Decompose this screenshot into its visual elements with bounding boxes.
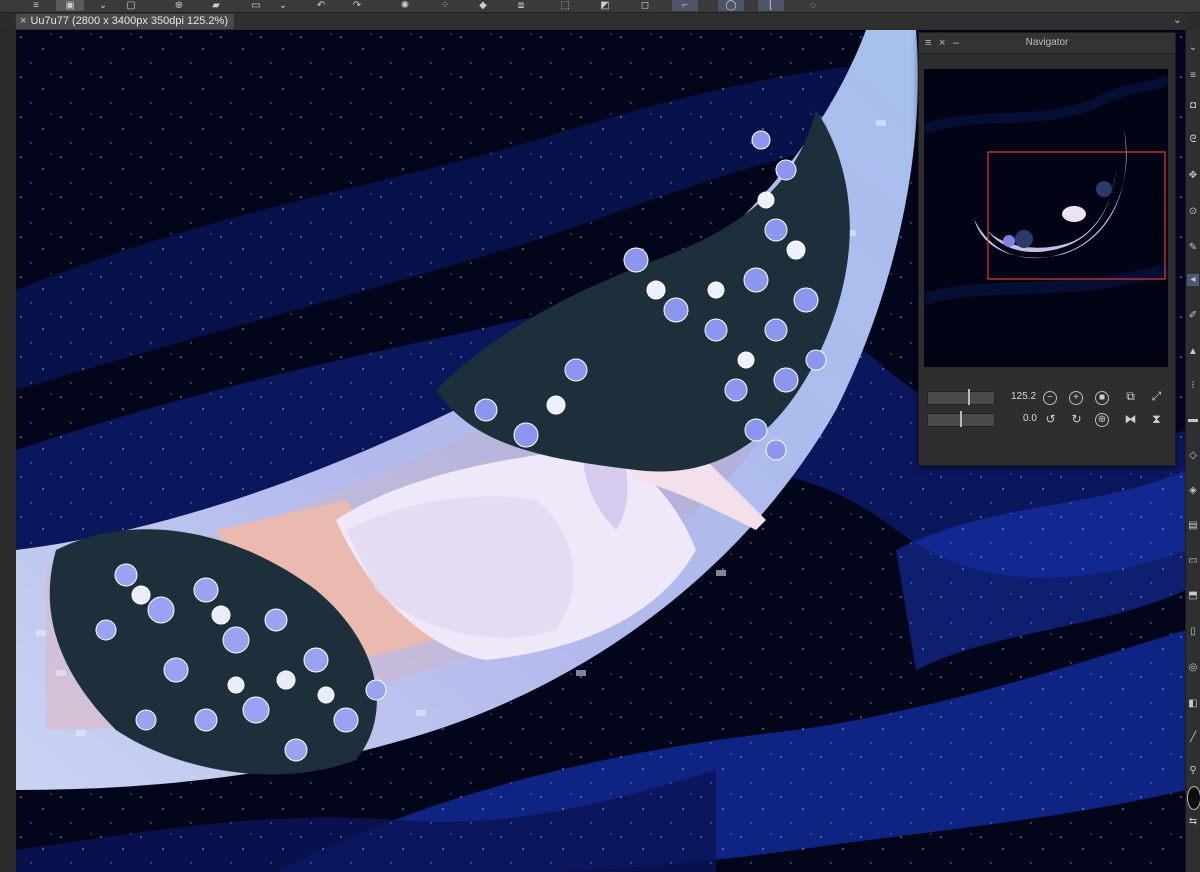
move-icon[interactable]: ✥	[1187, 170, 1199, 182]
balloon-icon[interactable]: ◎	[1187, 662, 1199, 674]
transform-icon[interactable]: ⧈	[512, 0, 530, 11]
flip-vertical-icon[interactable]: ⧗	[1149, 412, 1164, 427]
left-panel-edge	[0, 30, 16, 872]
menu-icon[interactable]: ≡	[28, 0, 44, 11]
fit-view-icon[interactable]: ■	[1095, 391, 1109, 405]
right-tool-strip: ⌄ ≡ ◘ ᘓ ✥ ⊙ ✎ ◂ ✐ ▲ ⁝ ▬ ◇ ◈ ▤ ▭ ⬒ ▯ ◎ ◧ …	[1185, 30, 1200, 872]
rotate-right-icon[interactable]: ↻	[1069, 412, 1084, 427]
lasso-icon[interactable]: ⌐	[672, 0, 698, 11]
add-icon[interactable]: ⊕	[170, 0, 188, 11]
fill-icon[interactable]: ◈	[1187, 485, 1199, 497]
redo-icon[interactable]: ↷	[348, 0, 366, 11]
swap-color-icon[interactable]: ⇆	[1187, 816, 1199, 828]
document-tab[interactable]: × Uu7u77 (2800 x 3400px 350dpi 125.2%)	[16, 14, 234, 29]
navigator-title: Navigator	[1025, 37, 1069, 48]
gradient-icon[interactable]: ▤	[1187, 520, 1199, 532]
main-color-swatch[interactable]	[1187, 786, 1200, 810]
grid-icon[interactable]: ⁘	[436, 0, 454, 11]
image-icon[interactable]: ▢	[122, 0, 140, 11]
figure-icon[interactable]: ▭	[1187, 555, 1199, 567]
zoom-out-icon[interactable]: −	[1043, 391, 1057, 405]
fill-icon[interactable]: ◆	[474, 0, 492, 11]
menu-icon[interactable]: ≡	[1187, 70, 1199, 82]
navigator-panel: ≡ × – Navigator 125.2 − + ■ ⧉ ⤢ 0.0 ↺ ↻ …	[918, 32, 1176, 466]
flip-horizontal-icon[interactable]: ⧓	[1123, 412, 1138, 427]
reset-rotation-icon[interactable]: ⊕	[1095, 413, 1109, 427]
blend-icon[interactable]: ◇	[1187, 450, 1199, 462]
camera-icon[interactable]: ◘	[1187, 100, 1199, 112]
ruler-icon[interactable]: ◧	[1187, 698, 1199, 710]
invert-selection-icon[interactable]: ◩	[596, 0, 614, 11]
text-icon[interactable]: ▯	[1187, 626, 1199, 638]
airbrush-icon[interactable]: ▲	[1187, 346, 1199, 358]
chevron-down-icon[interactable]: ⌄	[1173, 13, 1182, 26]
chevron-down-icon[interactable]: ⌄	[96, 0, 110, 11]
decoration-icon[interactable]: ⁝	[1187, 380, 1199, 392]
document-tab-bar: × Uu7u77 (2800 x 3400px 350dpi 125.2%) ⌄	[14, 13, 1186, 30]
main-toolbar: ≡ ▣ ⌄ ▢ ⊕ ▰ ▭ ⌄ ↶ ↷ ✺ ⁘ ◆ ⧈ ⬚ ◩ ◻ ⌐ ◯ ⌊ …	[0, 0, 1200, 13]
eraser-icon[interactable]: ▰	[206, 0, 226, 11]
rotation-slider[interactable]	[927, 411, 995, 427]
pen-icon[interactable]: ✎	[1187, 242, 1199, 254]
chevron-down-icon[interactable]: ⌄	[1187, 42, 1199, 54]
undo-icon[interactable]: ↶	[312, 0, 330, 11]
navigator-thumbnail	[924, 69, 1168, 367]
zoom-slider[interactable]	[927, 389, 995, 405]
frame-icon[interactable]: ⬒	[1187, 590, 1199, 602]
selection-icon[interactable]: ⬚	[556, 0, 574, 11]
lasso-icon[interactable]: ᘓ	[1187, 134, 1199, 146]
zoom-icon[interactable]: ⊙	[1187, 206, 1199, 218]
rotation-value[interactable]: 0.0	[1023, 413, 1037, 424]
close-icon[interactable]: ×	[20, 14, 26, 29]
eyedropper-icon[interactable]: ⚲	[1187, 765, 1199, 777]
pencil-icon[interactable]: ✐	[1187, 310, 1199, 322]
rotate-left-icon[interactable]: ↺	[1043, 412, 1058, 427]
clear-selection-icon[interactable]: ◻	[636, 0, 654, 11]
brush-icon[interactable]: ◂	[1187, 274, 1199, 286]
actual-size-icon[interactable]: ⧉	[1123, 389, 1138, 404]
rect-select-icon[interactable]: ⌊	[758, 0, 784, 11]
navigator-controls: 125.2 − + ■ ⧉ ⤢ 0.0 ↺ ↻ ⊕ ⧓ ⧗	[919, 385, 1175, 465]
chevron-down-icon[interactable]: ⌄	[276, 0, 290, 11]
navigator-titlebar[interactable]: ≡ × – Navigator	[919, 33, 1175, 54]
zoom-in-icon[interactable]: +	[1069, 391, 1083, 405]
navigator-preview[interactable]	[924, 69, 1168, 367]
spinner-icon[interactable]: ✺	[396, 0, 414, 11]
fit-window-icon[interactable]: ⤢	[1149, 389, 1164, 404]
layer-icon[interactable]: ▣	[56, 0, 84, 11]
correct-line-icon[interactable]: ╱	[1187, 732, 1199, 744]
ellipse-select-icon[interactable]: ◯	[718, 0, 744, 11]
document-tab-title: Uu7u77 (2800 x 3400px 350dpi 125.2%)	[30, 15, 228, 27]
zoom-slider-knob[interactable]	[968, 389, 970, 405]
zoom-value[interactable]: 125.2	[1011, 391, 1036, 402]
rotation-slider-knob[interactable]	[960, 411, 962, 427]
layer-options-icon[interactable]: ▭	[246, 0, 266, 11]
speech-icon[interactable]: ◌	[804, 0, 822, 11]
eraser-icon[interactable]: ▬	[1187, 414, 1199, 426]
